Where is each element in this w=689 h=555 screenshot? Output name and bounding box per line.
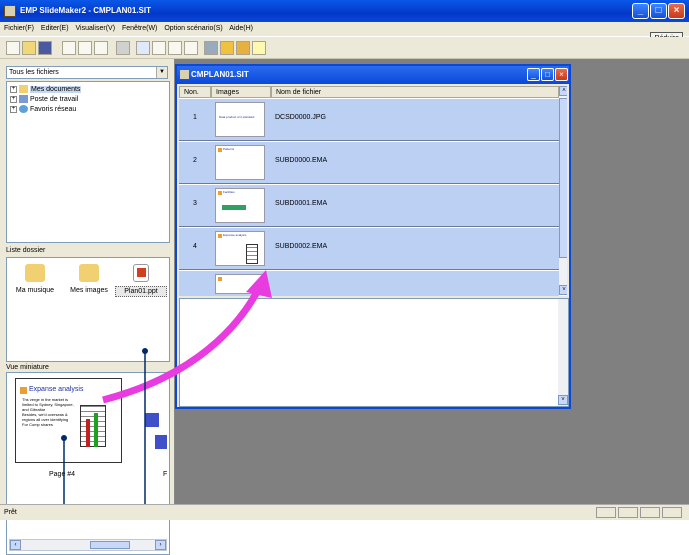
callout-dot bbox=[142, 348, 148, 354]
status-bar: Prêt bbox=[0, 504, 689, 520]
annotation-overlay bbox=[61, 270, 272, 520]
status-panel bbox=[618, 507, 638, 518]
drag-arrow bbox=[102, 290, 261, 404]
status-panel bbox=[596, 507, 616, 518]
status-text: Prêt bbox=[4, 509, 17, 516]
status-panel bbox=[662, 507, 682, 518]
callout-dot bbox=[61, 435, 67, 441]
scroll-right-icon[interactable]: › bbox=[155, 540, 166, 550]
status-panel bbox=[640, 507, 660, 518]
scroll-left-icon[interactable]: ‹ bbox=[10, 540, 21, 550]
drag-arrow-head bbox=[246, 270, 272, 298]
thumb-scrollbar[interactable]: ‹ › bbox=[9, 539, 167, 551]
scroll-thumb[interactable] bbox=[90, 541, 130, 549]
